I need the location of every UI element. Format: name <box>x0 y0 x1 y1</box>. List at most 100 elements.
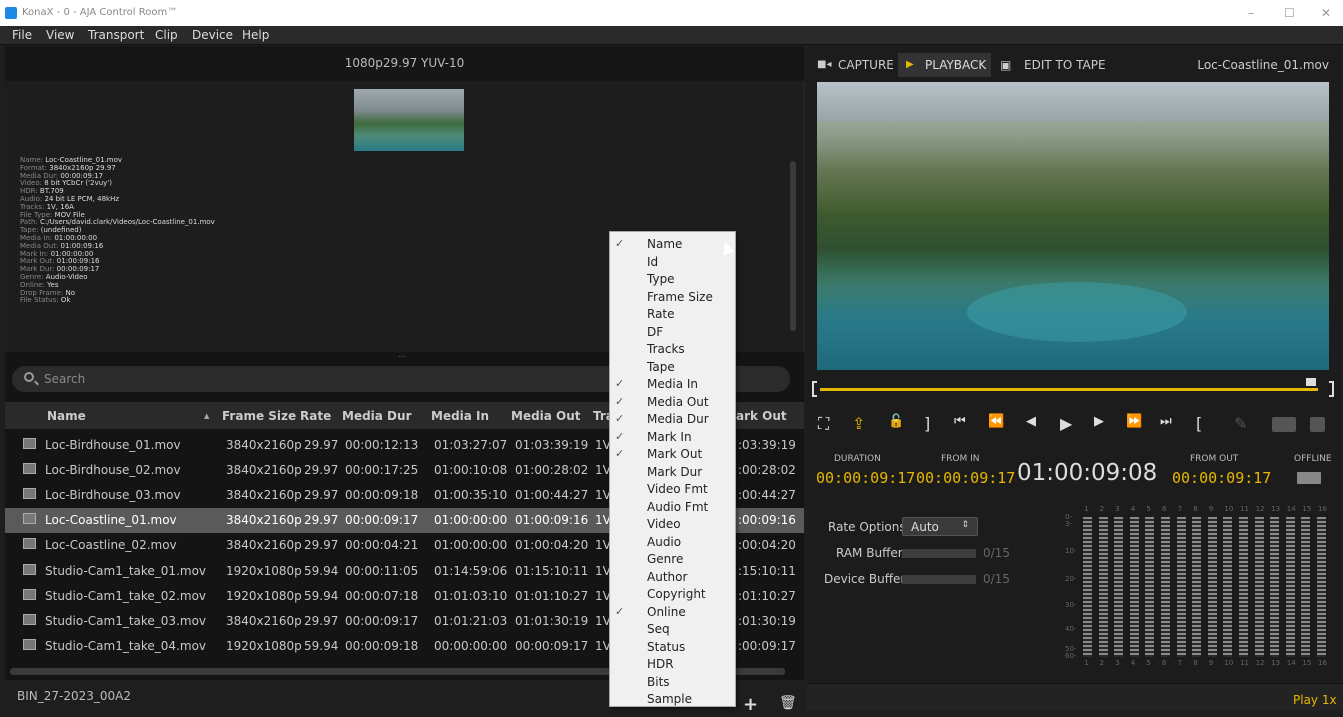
fast-forward-icon[interactable]: ⏩ <box>1126 414 1142 429</box>
clip-metadata: Name: Loc-Coastline_01.mov Format: 3840x2… <box>20 156 215 305</box>
timeline-scrubber[interactable] <box>812 378 1334 398</box>
mark-in-icon[interactable]: [ <box>1196 414 1202 433</box>
menu-item-type[interactable]: Type <box>647 272 675 286</box>
menu-item-copyright[interactable]: Copyright <box>647 587 706 601</box>
maximize-button[interactable]: ☐ <box>1284 6 1295 20</box>
cell-frame-size: 3840x2160p <box>226 488 302 503</box>
clip-info-value: Yes <box>47 280 59 289</box>
current-timecode[interactable]: 01:00:09:08 <box>1017 460 1157 486</box>
meter-channel <box>1129 517 1139 657</box>
menu-item-audio[interactable]: Audio <box>647 535 681 549</box>
menu-item-mark-out[interactable]: Mark Out <box>647 447 702 461</box>
pencil-icon[interactable]: ✎ <box>1234 414 1247 433</box>
menu-item-name[interactable]: Name <box>647 237 682 251</box>
menu-item-mark-in[interactable]: Mark In <box>647 430 692 444</box>
meter-channel <box>1301 517 1311 657</box>
cell-media-dur: 00:00:09:17 <box>345 513 419 528</box>
meter-channel-number: 13 <box>1271 659 1281 667</box>
menu-item-frame-size[interactable]: Frame Size <box>647 290 713 304</box>
step-forward-icon[interactable]: ▶ <box>1094 414 1104 429</box>
menu-clip[interactable]: Clip <box>155 28 178 42</box>
meter-channel <box>1254 517 1264 657</box>
menu-item-media-in[interactable]: Media In <box>647 377 698 391</box>
menu-view[interactable]: View <box>46 28 74 42</box>
mark-out-icon[interactable]: ] <box>924 414 930 433</box>
add-icon[interactable]: + <box>743 694 758 715</box>
menu-item-tracks[interactable]: Tracks <box>647 342 685 356</box>
tab-edit-to-tape[interactable]: ▣ EDIT TO TAPE <box>994 53 1108 77</box>
cell-frame-size: 3840x2160p <box>226 538 302 553</box>
cell-media-in: 01:00:00:00 <box>434 538 508 553</box>
rewind-icon[interactable]: ⏪ <box>988 414 1004 429</box>
meter-scale-label: 20- <box>1065 575 1077 583</box>
menu-item-video[interactable]: Video <box>647 517 681 531</box>
go-to-start-icon[interactable]: ⏮ <box>954 414 966 429</box>
scrub-track[interactable] <box>820 388 1318 391</box>
cell-media-dur: 00:00:12:13 <box>345 438 419 452</box>
fullscreen-icon[interactable]: ⛶ <box>818 414 829 434</box>
unlock-icon[interactable]: 🔓 <box>888 414 904 429</box>
record-icon[interactable] <box>1310 417 1325 432</box>
trash-icon[interactable]: 🗑 <box>779 695 797 711</box>
menu-item-media-dur[interactable]: Media Dur <box>647 412 709 426</box>
playhead-handle[interactable] <box>1306 378 1316 386</box>
close-button[interactable]: ✕ <box>1321 6 1331 20</box>
clip-info-value: MOV File <box>54 210 85 219</box>
menu-item-df[interactable]: DF <box>647 325 663 339</box>
movie-file-icon <box>23 463 36 475</box>
menu-item-mark-dur[interactable]: Mark Dur <box>647 465 702 479</box>
step-back-icon[interactable]: ◀ <box>1026 414 1036 429</box>
info-scrollbar[interactable] <box>790 161 796 331</box>
menu-item-status[interactable]: Status <box>647 640 685 654</box>
splitter-handle[interactable]: ... <box>398 350 406 359</box>
col-media-dur[interactable]: Media Dur <box>342 409 411 423</box>
menu-item-video-fmt[interactable]: Video Fmt <box>647 482 708 496</box>
play-button-icon[interactable]: ▶ <box>1060 414 1072 433</box>
from-in-timecode: 00:00:09:17 <box>916 469 1016 487</box>
col-rate[interactable]: Rate <box>300 409 331 423</box>
cell-rate: 29.97 <box>304 488 339 503</box>
meter-channel-number: 1 <box>1084 505 1089 513</box>
scrub-in-bracket[interactable] <box>812 381 817 397</box>
format-label: 1080p29.97 YUV-10 <box>5 46 804 81</box>
col-media-in[interactable]: Media In <box>431 409 489 423</box>
menu-help[interactable]: Help <box>242 28 269 42</box>
cell-mark-out: :01:10:27 <box>738 588 796 603</box>
menu-device[interactable]: Device <box>192 28 233 42</box>
col-frame-size[interactable]: Frame Size <box>222 409 296 423</box>
menu-file[interactable]: File <box>12 28 32 42</box>
tab-playback[interactable]: ▶ PLAYBACK <box>898 53 991 77</box>
device-buffer-bar <box>902 575 976 584</box>
meter-channel-number: 6 <box>1162 659 1167 667</box>
menu-item-seq[interactable]: Seq <box>647 622 670 636</box>
meter-channel <box>1176 517 1186 657</box>
menu-item-sample[interactable]: Sample <box>647 692 692 706</box>
menu-item-online[interactable]: Online <box>647 605 686 619</box>
menu-item-tape[interactable]: Tape <box>647 360 675 374</box>
clip-info-value: Audio-Video <box>45 272 88 281</box>
go-to-end-icon[interactable]: ⏭ <box>1160 414 1172 429</box>
loop-icon[interactable] <box>1272 417 1296 432</box>
col-mark-out[interactable]: ark Out <box>736 409 787 423</box>
menu-item-rate[interactable]: Rate <box>647 307 675 321</box>
menu-item-id[interactable]: Id <box>647 255 658 269</box>
tab-capture[interactable]: ■◂ CAPTURE <box>811 53 895 77</box>
col-media-out[interactable]: Media Out <box>511 409 581 423</box>
menu-item-author[interactable]: Author <box>647 570 687 584</box>
meter-channel <box>1317 517 1326 657</box>
menu-item-media-out[interactable]: Media Out <box>647 395 709 409</box>
transport-controls: ⛶ ⇪ 🔓 ] ⏮ ⏪ ◀ ▶ ▶ ⏩ ⏭ [ ✎ <box>812 412 1334 438</box>
export-icon[interactable]: ⇪ <box>852 414 865 433</box>
col-name[interactable]: Name <box>47 409 86 423</box>
menu-item-audio-fmt[interactable]: Audio Fmt <box>647 500 708 514</box>
menu-item-bits[interactable]: Bits <box>647 675 670 689</box>
menu-transport[interactable]: Transport <box>88 28 144 42</box>
ram-buffer-bar <box>902 549 976 558</box>
menu-item-hdr[interactable]: HDR <box>647 657 674 671</box>
offline-device-icon <box>1297 472 1321 484</box>
rate-options-select[interactable]: Auto ⇕ <box>902 517 978 536</box>
menu-item-genre[interactable]: Genre <box>647 552 683 566</box>
clip-info-value: 3840x2160p 29.97 <box>49 163 116 172</box>
minimize-button[interactable]: – <box>1248 6 1254 20</box>
scrub-out-bracket[interactable] <box>1329 381 1334 397</box>
